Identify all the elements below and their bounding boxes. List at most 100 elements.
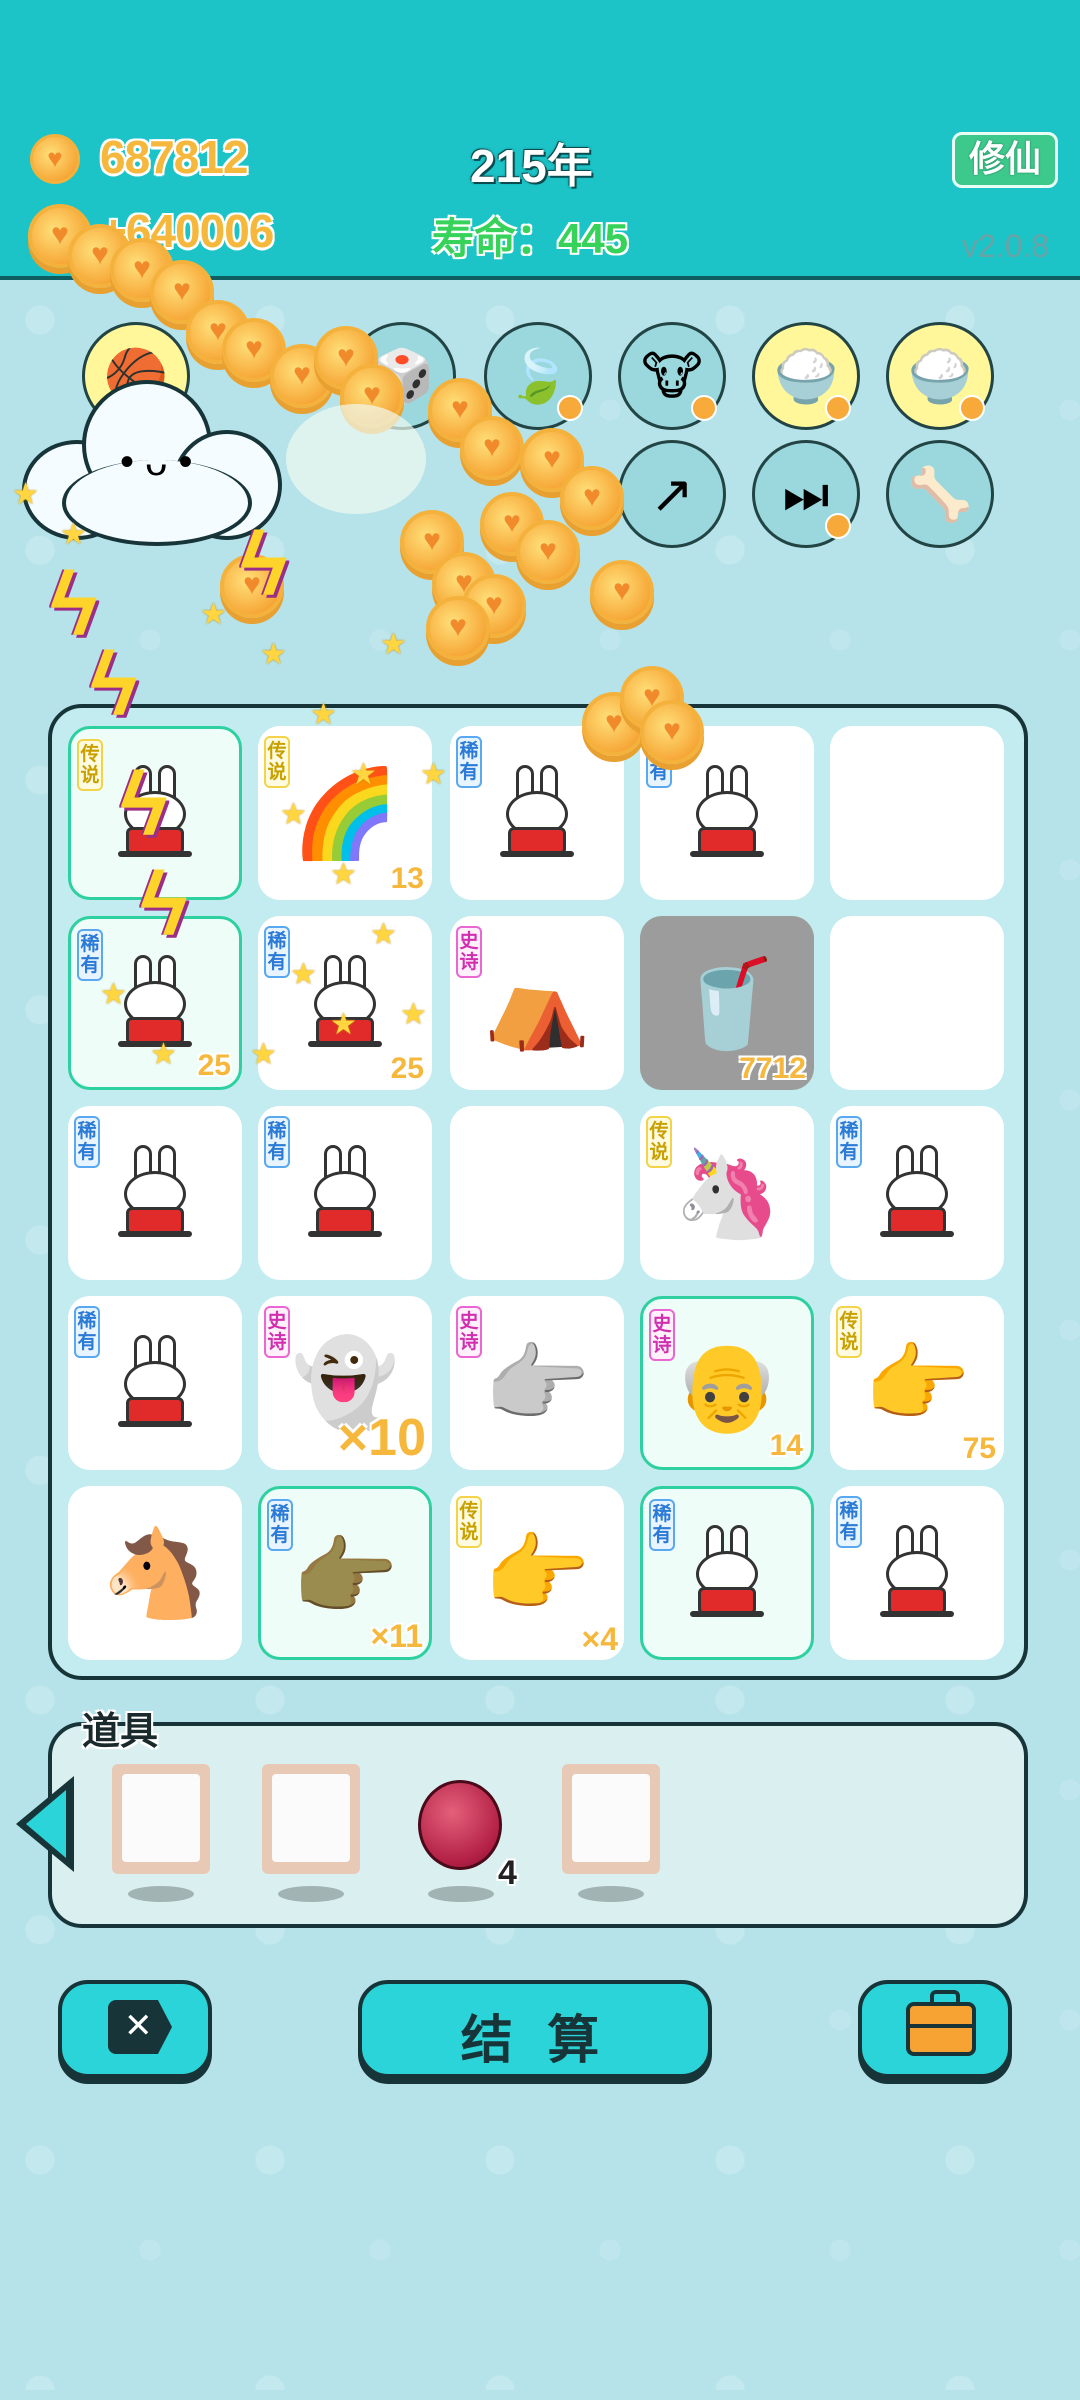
rabbit-icon: [684, 765, 770, 861]
heart-badge-icon: [557, 395, 583, 421]
rarity-badge: 稀有: [264, 1116, 290, 1168]
gray-hand-icon: 👉: [483, 1336, 591, 1432]
lychee-icon: [418, 1780, 502, 1870]
tool-slot-empty[interactable]: [562, 1764, 660, 1874]
slot-shadow: [428, 1886, 494, 1902]
version-label: v2.0.8: [962, 228, 1050, 264]
item-count: 25: [197, 1049, 231, 1082]
board-cell[interactable]: 传说 👉 ×4: [450, 1486, 624, 1660]
skip-upgrade-button[interactable]: ⏭: [752, 440, 860, 548]
star-icon: ★: [12, 478, 39, 511]
board-cell[interactable]: 稀有: [830, 1106, 1004, 1280]
board-cell[interactable]: 稀有: [640, 1486, 814, 1660]
yellow-hand-icon: 👉: [863, 1336, 971, 1432]
board-cell[interactable]: 稀有: [830, 1486, 1004, 1660]
close-icon: [108, 2000, 172, 2054]
yellow-hand-icon: 👉: [483, 1526, 591, 1622]
briefcase-icon: [906, 1990, 976, 2056]
tools-prev-arrow-inner: [26, 1790, 66, 1858]
dog-food-upgrade-button[interactable]: 🦴: [886, 440, 994, 548]
lightning-icon: ϟ: [240, 515, 288, 615]
tool-slot-empty[interactable]: [262, 1764, 360, 1874]
board-cell[interactable]: 🥤 7712: [640, 916, 814, 1090]
cloud-face: • ᴗ •: [120, 440, 193, 484]
flying-coin: [590, 560, 654, 624]
unicorn-icon: 🦄: [673, 1146, 781, 1242]
item-count: ×10: [337, 1409, 426, 1467]
horse-icon: 🐴: [101, 1526, 209, 1622]
board-cell-empty[interactable]: [830, 916, 1004, 1090]
star-icon: ★: [400, 998, 427, 1031]
lightning-icon: ϟ: [120, 755, 168, 855]
board-cell-empty[interactable]: [450, 1106, 624, 1280]
star-icon: ★: [280, 798, 307, 831]
arrow-up-icon: ↗: [650, 466, 694, 524]
item-count: 7712: [739, 1052, 806, 1085]
leaf-upgrade-button[interactable]: 🍃: [484, 322, 592, 430]
board-cell[interactable]: 史诗 ⛺: [450, 916, 624, 1090]
rarity-badge: 稀有: [77, 929, 103, 981]
board-cell[interactable]: 史诗 👴 14: [640, 1296, 814, 1470]
tools-label: 道具: [82, 1711, 159, 1753]
star-icon: ★: [380, 628, 407, 661]
rice-bowl-upgrade-button[interactable]: 🍚: [752, 322, 860, 430]
slot-shadow: [128, 1886, 194, 1902]
board-cell-empty[interactable]: [830, 726, 1004, 900]
flying-coin: [426, 596, 490, 660]
flying-coin: [640, 700, 704, 764]
slot-shadow: [278, 1886, 344, 1902]
rabbit-icon: [302, 1145, 388, 1241]
rarity-badge: 稀有: [456, 736, 482, 788]
flying-coin: [460, 416, 524, 480]
lightning-icon: ϟ: [90, 635, 138, 735]
bag-button[interactable]: [858, 1980, 1012, 2078]
star-icon: ★: [420, 758, 447, 791]
board-cell[interactable]: 稀有: [68, 1106, 242, 1280]
rabbit-icon: [112, 1335, 198, 1431]
star-icon: ★: [290, 958, 317, 991]
frame-icon: [572, 1774, 650, 1862]
slot-shadow: [578, 1886, 644, 1902]
board-cell[interactable]: 史诗 👉: [450, 1296, 624, 1470]
lightning-icon: ϟ: [140, 855, 188, 955]
lifespan-value: 445: [558, 215, 629, 262]
cow-pair-upgrade-button[interactable]: 🐮: [618, 322, 726, 430]
star-icon: ★: [310, 698, 337, 731]
board-cell[interactable]: 稀有 👉 ×11: [258, 1486, 432, 1660]
rabbit-icon: [494, 765, 580, 861]
arrow-upgrade-button[interactable]: ↗: [618, 440, 726, 548]
tool-slot-empty[interactable]: [112, 1764, 210, 1874]
rabbit-icon: [874, 1145, 960, 1241]
flying-coin: [560, 466, 624, 530]
brown-hand-icon: 👉: [291, 1529, 399, 1625]
board-cell[interactable]: 稀有: [258, 1106, 432, 1280]
star-icon: ★: [60, 518, 87, 551]
rice-bowl-upgrade-button-2[interactable]: 🍚: [886, 322, 994, 430]
settle-button[interactable]: 结 算: [358, 1980, 712, 2078]
frame-icon: [272, 1774, 350, 1862]
rarity-badge: 稀有: [836, 1116, 862, 1168]
tool-count: 4: [498, 1854, 517, 1892]
star-icon: ★: [100, 978, 127, 1011]
exit-button[interactable]: [58, 1980, 212, 2078]
rarity-badge: 稀有: [264, 926, 290, 978]
board-cell[interactable]: 传说 🦄: [640, 1106, 814, 1280]
rabbit-icon: [874, 1525, 960, 1621]
board-cell[interactable]: 传说 👉 75: [830, 1296, 1004, 1470]
rarity-badge: 稀有: [649, 1499, 675, 1551]
item-count: 75: [962, 1432, 996, 1465]
board-cell[interactable]: 史诗 👻 ×10: [258, 1296, 432, 1470]
cultivate-button[interactable]: 修仙: [952, 132, 1058, 188]
frame-icon: [122, 1774, 200, 1862]
board-cell[interactable]: 🐴: [68, 1486, 242, 1660]
heart-badge-icon: [825, 395, 851, 421]
item-count: ×11: [370, 1618, 423, 1654]
old-man-icon: 👴: [673, 1339, 781, 1435]
board-cell[interactable]: 稀有: [68, 1296, 242, 1470]
star-icon: ★: [330, 858, 357, 891]
star-icon: ★: [330, 1008, 357, 1041]
year-counter: 215年: [470, 140, 593, 192]
coin-count: 687812: [100, 131, 248, 183]
item-count: 13: [390, 862, 424, 895]
tool-slot-lychee[interactable]: 4: [412, 1770, 517, 1892]
